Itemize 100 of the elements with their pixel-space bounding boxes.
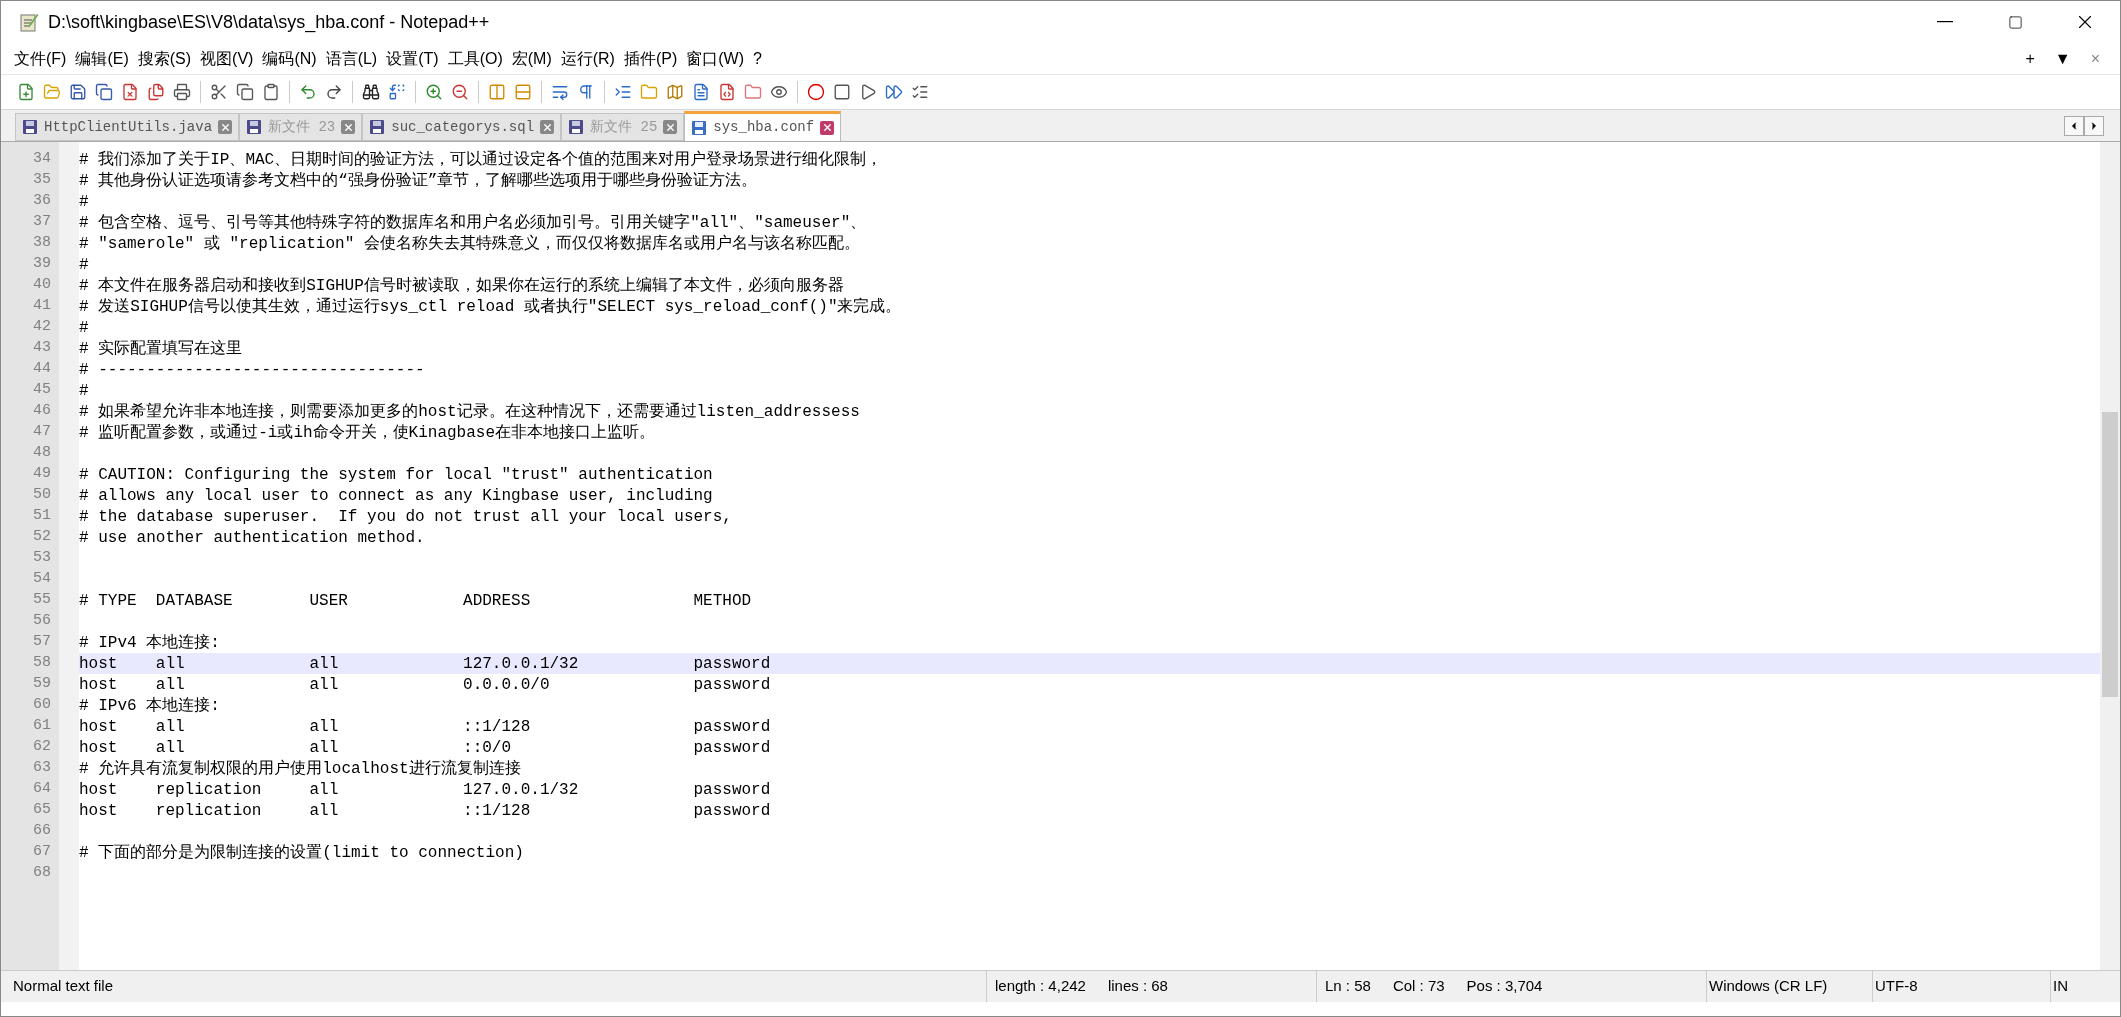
code-line: # 允许具有流复制权限的用户使用localhost进行流复制连接 — [79, 758, 521, 780]
tab-label: 新文件 23 — [268, 117, 336, 137]
code-line: # ---------------------------------- — [79, 359, 425, 381]
tab-close-icon[interactable] — [341, 120, 356, 134]
notepad-icon — [19, 12, 39, 32]
menu-item[interactable]: ? — [750, 46, 765, 71]
code-line: # — [79, 317, 89, 339]
list-icon — [911, 83, 929, 101]
code-line: # CAUTION: Configuring the system for local "trust" authentication — [79, 464, 713, 486]
window-title: D:\soft\kingbase\ES\V8\data\sys_hba.conf - Notepad++ — [48, 10, 490, 35]
code-line: host all all 127.0.0.1/32 password — [79, 653, 771, 675]
code-line: # IPv4 本地连接: — [79, 632, 220, 654]
new-file-icon — [17, 83, 35, 101]
vertical-scrollbar[interactable] — [2100, 142, 2120, 970]
code-line: # 包含空格、逗号、引号等其他特殊字符的数据库名和用户名必须加引号。引用关键字"all"、"sameuser"、 — [79, 212, 867, 234]
code-line: # — [79, 191, 89, 213]
code-line: # — [79, 380, 89, 402]
close-all-icon — [147, 83, 165, 101]
code-line: # TYPE DATABASE USER ADDRESS METHOD — [79, 590, 752, 612]
menu-control[interactable]: + — [2025, 46, 2035, 71]
menu-item[interactable]: 编码(N) — [259, 46, 320, 71]
save-icon — [69, 83, 87, 101]
menu-item[interactable]: 宏(M) — [508, 46, 555, 71]
file-tab[interactable]: HttpClientUtils.java — [15, 113, 240, 141]
code-line: # allows any local user to connect as any Kingbase user, including — [79, 485, 713, 507]
menu-item[interactable]: 语言(L) — [322, 46, 381, 71]
scroll-left-button[interactable] — [2064, 116, 2084, 136]
code-line: # "samerole" 或 "replication" 会使名称失去其特殊意义，而仅仅将数据库名或用户名与该名称匹配。 — [79, 233, 860, 255]
menu-item[interactable]: 设置(T) — [383, 46, 442, 71]
indent-icon — [614, 83, 632, 101]
print-icon — [173, 83, 191, 101]
stop-icon — [833, 83, 851, 101]
code-line: # the database superuser. If you do not trust all your local users, — [79, 506, 732, 528]
folder-icon — [640, 83, 658, 101]
scroll-right-button[interactable] — [2084, 116, 2104, 136]
code-line: # 本文件在服务器启动和接收到SIGHUP信号时被读取，如果你在运行的系统上编辑了本文件，必须向服务器 — [79, 275, 844, 297]
code-file-icon — [718, 83, 736, 101]
menu-item[interactable]: 工具(O) — [444, 46, 506, 71]
pilcrow-icon — [577, 83, 595, 101]
code-line: # 发送SIGHUP信号以使其生效，通过运行sys_ctl reload 或者执行"SELECT sys_reload_conf()"来完成。 — [79, 296, 902, 318]
close-file-icon — [121, 83, 139, 101]
open-folder-icon — [43, 83, 61, 101]
insert-mode-status: IN — [2050, 971, 2068, 1002]
code-line: # 其他身份认证选项请参考文档中的“强身份验证”章节，了解哪些选项用于哪些身份验证方法。 — [79, 170, 758, 192]
minimize-icon — [1937, 21, 1953, 23]
record-icon — [807, 83, 825, 101]
code-line: host all all ::1/128 password — [79, 716, 771, 738]
play-icon — [859, 83, 877, 101]
menu-item[interactable]: 搜索(S) — [134, 46, 195, 71]
code-line: # 监听配置参数，或通过-i或ih命令开关，使Kinagbase在非本地接口上监听。 — [79, 422, 656, 444]
redo-icon — [325, 83, 343, 101]
code-line: # 如果希望允许非本地连接，则需要添加更多的host记录。在这种情况下，还需要通过listen_addressess — [79, 401, 860, 423]
undo-icon — [299, 83, 317, 101]
cut-icon — [210, 83, 228, 101]
code-line: # use another authentication method. — [79, 527, 425, 549]
menu-control[interactable]: ▼ — [2054, 46, 2071, 71]
menu-item[interactable]: 编辑(E) — [72, 46, 132, 71]
code-line: host replication all 127.0.0.1/32 password — [79, 779, 771, 801]
tab-label: suc_categorys.sql — [391, 117, 535, 137]
code-line: # 实际配置填写在这里 — [79, 338, 243, 360]
lines-status: lines : 68 — [1107, 976, 1168, 997]
line-status: Ln : 58 — [1325, 976, 1371, 997]
code-line: # 下面的部分是为限制连接的设置(limit to connection) — [79, 842, 524, 864]
eye-icon — [770, 83, 788, 101]
menu-item[interactable]: 视图(V) — [197, 46, 257, 71]
zoom-out-icon — [451, 83, 469, 101]
code-line: # 我们添加了关于IP、MAC、日期时间的验证方法，可以通过设定各个值的范围来对用户登录场景进行细化限制， — [79, 149, 883, 171]
copy-icon — [236, 83, 254, 101]
tab-label: 新文件 25 — [590, 117, 658, 137]
code-line: # IPv6 本地连接: — [79, 695, 220, 717]
tab-close-icon[interactable] — [663, 120, 678, 134]
tab-close-icon[interactable] — [540, 120, 555, 134]
tab-label: sys_hba.conf — [713, 118, 815, 137]
menu-control[interactable]: × — [2090, 46, 2100, 71]
folder-icon — [744, 83, 762, 101]
file-type-status: Normal text file — [12, 976, 115, 997]
tab-label: HttpClientUtils.java — [44, 117, 213, 137]
columns-icon — [488, 83, 506, 101]
paste-icon — [262, 83, 280, 101]
column-status: Col : 73 — [1392, 976, 1445, 997]
wrap-text-icon — [551, 83, 569, 101]
menu-item[interactable]: 运行(R) — [557, 46, 618, 71]
eol-status: Windows (CR LF) — [1706, 971, 1872, 1002]
length-status: length : 4,242 — [995, 976, 1086, 997]
menu-item[interactable]: 窗口(W) — [683, 46, 748, 71]
fast-forward-icon — [885, 83, 903, 101]
zoom-in-icon — [425, 83, 443, 101]
encoding-status: UTF-8 — [1872, 971, 2050, 1002]
document-icon — [692, 83, 710, 101]
tab-close-icon[interactable] — [218, 120, 233, 134]
tab-close-icon[interactable] — [820, 120, 835, 135]
maximize-icon — [2007, 14, 2023, 30]
code-line: host all all ::0/0 password — [79, 737, 771, 759]
file-tab[interactable]: sys_hba.conf — [684, 111, 842, 141]
position-status: Pos : 3,704 — [1466, 976, 1543, 997]
code-line: host replication all ::1/128 password — [79, 800, 771, 822]
code-line: host all all 0.0.0.0/0 password — [79, 674, 771, 696]
file-tab[interactable]: suc_categorys.sql — [362, 113, 562, 141]
menu-item[interactable]: 文件(F) — [11, 46, 70, 71]
menu-item[interactable]: 插件(P) — [620, 46, 681, 71]
